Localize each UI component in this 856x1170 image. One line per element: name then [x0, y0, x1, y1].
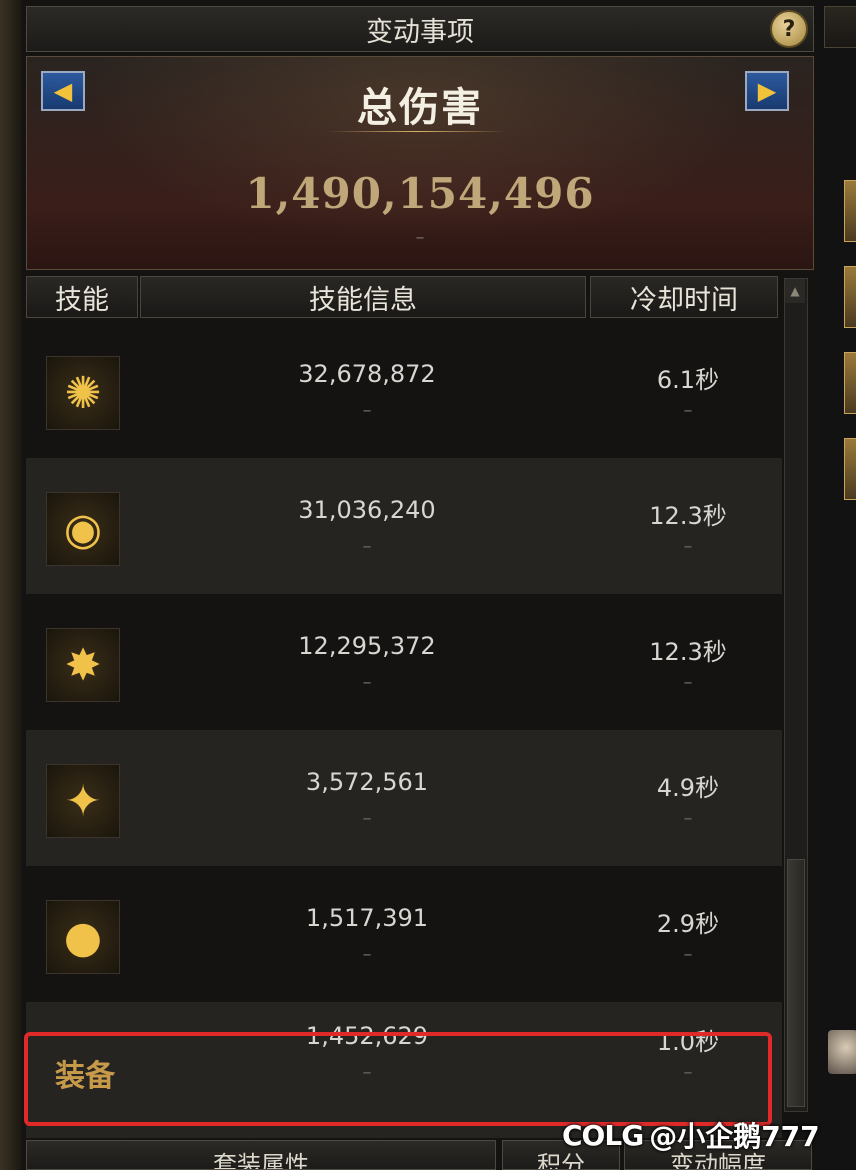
column-header-label: 冷却时间	[630, 284, 738, 316]
total-damage-value: 1,490,154,496	[245, 169, 595, 218]
scroll-up-button[interactable]: ▲	[785, 279, 805, 303]
cooldown-value: 12.3秒	[649, 502, 727, 530]
right-panel-tab[interactable]	[824, 6, 856, 48]
watermark-logo: COLG	[562, 1118, 644, 1152]
right-item-icon[interactable]	[844, 438, 856, 500]
cooldown-subvalue: –	[683, 536, 693, 557]
window-title-bar: 变动事项	[26, 6, 814, 52]
damage-subvalue: –	[362, 944, 372, 965]
column-header-label: 技能	[55, 284, 109, 316]
window-title: 变动事项	[366, 16, 474, 48]
grenade-icon: ●	[46, 900, 120, 974]
tab-set-attributes[interactable]: 套装属性	[26, 1140, 496, 1170]
watermark-text: @小企鹅777	[649, 1120, 820, 1153]
damage-value: 1,517,391	[305, 904, 429, 932]
table-row[interactable]: ✦ 3,572,561 4.9秒 – –	[26, 730, 782, 866]
watermark: COLG @小企鹅777	[562, 1118, 820, 1154]
cooldown-value: 4.9秒	[656, 774, 720, 802]
triangle-up-icon: ▲	[790, 284, 800, 298]
table-row[interactable]: ✺ 32,678,872 6.1秒 – –	[26, 322, 782, 458]
total-damage-banner: ◀ ▶ 总伤害 1,490,154,496 –	[26, 56, 814, 270]
right-item-icon[interactable]	[844, 180, 856, 242]
help-button[interactable]: ?	[770, 10, 808, 48]
column-header-skill[interactable]: 技能	[26, 276, 138, 318]
table-row[interactable]: ✸ 12,295,372 12.3秒 – –	[26, 594, 782, 730]
scrollbar-thumb[interactable]	[787, 859, 805, 1107]
damage-value: 32,678,872	[298, 360, 436, 388]
column-header-skill-info[interactable]: 技能信息	[140, 276, 586, 318]
grenade-burst-icon: ✸	[46, 628, 120, 702]
table-row[interactable]: ◉ 31,036,240 12.3秒 – –	[26, 458, 782, 594]
damage-value: 31,036,240	[298, 496, 436, 524]
left-background-strip	[0, 0, 22, 1170]
rays-icon: ✺	[46, 356, 120, 430]
icon-glyph: ✦	[64, 775, 102, 827]
disc-icon: ◉	[46, 492, 120, 566]
icon-glyph: ✺	[64, 367, 102, 419]
right-item-icon[interactable]	[844, 352, 856, 414]
banner-title: 总伤害	[357, 84, 483, 131]
damage-stats-panel: 变动事项 ? ◀ ▶ 总伤害 1,490,154,496 – 技能 技能信息 冷…	[22, 0, 818, 1170]
icon-glyph: ●	[63, 911, 103, 963]
icon-glyph: ✸	[64, 639, 102, 691]
cooldown-value: 12.3秒	[649, 638, 727, 666]
grenade-spark-icon: ✦	[46, 764, 120, 838]
question-icon: ?	[782, 16, 796, 42]
cooldown-subvalue: –	[683, 672, 693, 693]
damage-subvalue: –	[362, 672, 372, 693]
avatar[interactable]	[828, 1030, 856, 1074]
damage-subvalue: –	[362, 400, 372, 421]
damage-subvalue: –	[362, 536, 372, 557]
column-header-cooldown[interactable]: 冷却时间	[590, 276, 778, 318]
cooldown-value: 6.1秒	[656, 366, 720, 394]
right-item-icon[interactable]	[844, 266, 856, 328]
damage-value: 12,295,372	[298, 632, 436, 660]
scrollbar[interactable]: ▲	[784, 278, 808, 1112]
cooldown-value: 2.9秒	[656, 910, 720, 938]
cooldown-subvalue: –	[683, 400, 693, 421]
damage-value: 3,572,561	[305, 768, 429, 796]
cooldown-subvalue: –	[683, 808, 693, 829]
banner-divider	[327, 131, 507, 132]
cooldown-subvalue: –	[683, 944, 693, 965]
highlight-annotation	[24, 1032, 772, 1126]
total-damage-subvalue: –	[415, 227, 425, 248]
column-header-label: 技能信息	[309, 284, 417, 316]
right-side-panel	[818, 0, 856, 1170]
damage-subvalue: –	[362, 808, 372, 829]
icon-glyph: ◉	[63, 503, 103, 555]
table-row[interactable]: ● 1,517,391 2.9秒 – –	[26, 866, 782, 1002]
tab-label: 套装属性	[213, 1151, 309, 1170]
